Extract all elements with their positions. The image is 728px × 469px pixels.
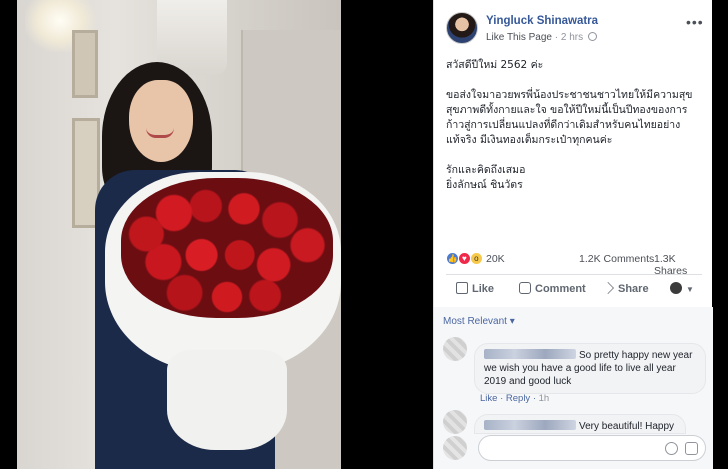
- share-label: Share: [618, 283, 649, 295]
- share-icon: [602, 282, 614, 294]
- bouquet-stem-wrap: [167, 350, 287, 450]
- comment-time[interactable]: 1h: [539, 393, 550, 404]
- comment-input[interactable]: [478, 435, 706, 461]
- comment-label: Comment: [535, 283, 586, 295]
- photo-viewer: [0, 0, 432, 469]
- post-greeting: สวัสดีปีใหม่ 2562 ค่ะ: [446, 59, 544, 71]
- post-header: Yingluck Shinawatra Like This Page · 2 h…: [446, 12, 706, 48]
- comment-bubble: Very beautiful! Happy: [474, 414, 686, 434]
- commenter-name[interactable]: [484, 349, 576, 359]
- love-icon: ♥: [457, 252, 471, 265]
- reaction-icons[interactable]: 👍 ♥ o: [446, 252, 483, 266]
- wow-icon: o: [469, 252, 483, 265]
- comment-bubble: So pretty happy new year we wish you hav…: [474, 343, 706, 394]
- post-photo[interactable]: [17, 0, 341, 469]
- comment-like-link[interactable]: Like: [480, 393, 497, 404]
- globe-icon: [587, 32, 597, 41]
- post-signature: รักและคิดถึงเสมอ ยิ่งลักษณ์ ชินวัตร: [446, 164, 526, 191]
- like-page-link[interactable]: Like This Page: [486, 32, 552, 43]
- reaction-count[interactable]: 20K: [486, 253, 505, 265]
- share-button[interactable]: Share: [602, 282, 649, 295]
- comment-actions: Like · Reply · 1h: [480, 393, 549, 404]
- comment-button[interactable]: Comment: [519, 282, 586, 295]
- post-as-selector[interactable]: ▼: [670, 282, 694, 295]
- more-options-icon[interactable]: •••: [686, 14, 704, 30]
- like-label: Like: [472, 283, 495, 295]
- post-message: ขอส่งใจมาอวยพรพี่น้องประชาชนชาวไทยให้มีค…: [446, 89, 693, 146]
- post-time[interactable]: 2 hrs: [561, 32, 583, 43]
- page-avatar[interactable]: [446, 12, 478, 44]
- profile-icon: [670, 282, 682, 294]
- comment-text: Very beautiful! Happy: [579, 421, 675, 432]
- post-actions: Like Comment Share ▼: [446, 280, 706, 302]
- post-meta: Like This Page · 2 hrs: [486, 32, 597, 43]
- comments-section: Most Relevant ▾ So pretty happy new year…: [434, 307, 713, 469]
- page-name-link[interactable]: Yingluck Shinawatra: [486, 15, 598, 27]
- red-roses-bouquet: [121, 178, 333, 318]
- sticker-icon[interactable]: [685, 442, 698, 455]
- comment-icon: [519, 282, 531, 294]
- emoji-icon[interactable]: [665, 442, 678, 455]
- post-sidebar: Yingluck Shinawatra Like This Page · 2 h…: [433, 0, 713, 469]
- thumbs-up-icon: [456, 282, 468, 294]
- divider: [446, 274, 702, 275]
- person-face: [129, 80, 193, 162]
- reactions-bar: 👍 ♥ o 20K 1.2K Comments 1.3K Shares: [446, 252, 706, 277]
- commenter-name[interactable]: [484, 420, 576, 430]
- user-avatar: [443, 436, 467, 460]
- comments-count[interactable]: 1.2K Comments: [579, 253, 654, 265]
- comment-filter-dropdown[interactable]: Most Relevant ▾: [443, 316, 515, 327]
- chevron-down-icon: ▼: [686, 285, 694, 294]
- comment-reply-link[interactable]: Reply: [506, 393, 530, 404]
- like-button[interactable]: Like: [456, 282, 494, 295]
- picture-frame: [72, 30, 98, 98]
- post-text: สวัสดีปีใหม่ 2562 ค่ะ ขอส่งใจมาอวยพรพี่น…: [446, 58, 704, 208]
- commenter-avatar[interactable]: [443, 410, 467, 434]
- commenter-avatar[interactable]: [443, 337, 467, 361]
